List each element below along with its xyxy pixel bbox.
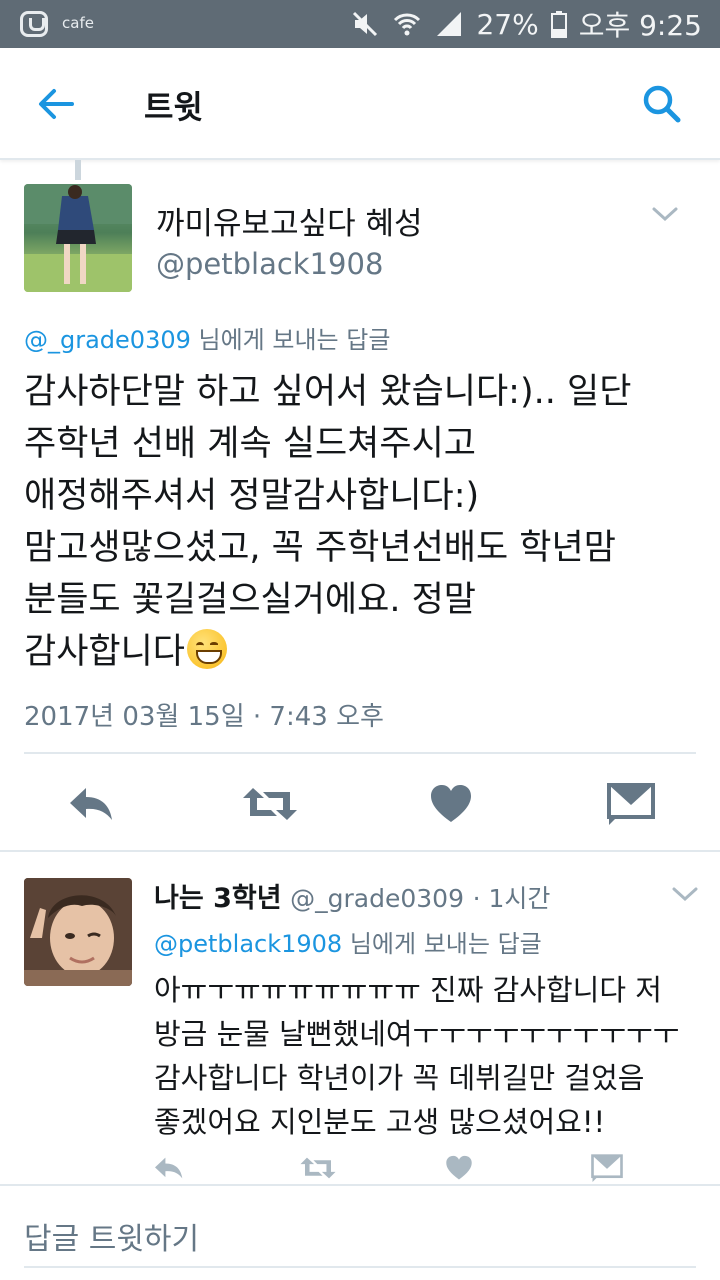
tweet-text-line: 감사하단말 하고 싶어서 왔습니다:).. 일단 <box>24 372 632 412</box>
reply-tweet-header: 나는 3학년 @_grade0309 · 1시간 <box>154 876 550 915</box>
back-button[interactable] <box>34 82 78 126</box>
like-button[interactable] <box>444 1154 474 1182</box>
reply-button[interactable] <box>152 1154 184 1182</box>
reply-compose-input[interactable]: 답글 트윗하기 <box>24 1214 199 1258</box>
battery-icon <box>550 9 567 39</box>
retweet-icon <box>300 1157 336 1179</box>
search-icon <box>643 85 681 123</box>
reply-button[interactable] <box>66 782 114 826</box>
divider <box>24 752 696 754</box>
reply-to-mention-link[interactable]: @_grade0309 <box>24 326 191 354</box>
tweet-text-last-line: 감사합니다 <box>24 626 704 678</box>
tweet-text-line: 감사합니다 <box>24 632 186 672</box>
status-time: 오후 9:25 <box>578 9 702 42</box>
reply-tweet-display-name[interactable]: 나는 3학년 <box>154 883 282 914</box>
envelope-icon <box>607 783 655 825</box>
tweet-text-line: 분들도 꽃길걸으실거에요. 정말 <box>24 580 476 620</box>
page-title: 트윗 <box>144 88 203 126</box>
main-tweet-reply-context: @_grade0309 님에게 보내는 답글 <box>24 320 390 355</box>
notification-app-name: cafe <box>62 14 94 32</box>
reply-icon <box>70 788 112 820</box>
retweet-icon <box>243 788 297 820</box>
mute-icon <box>350 9 380 39</box>
like-button[interactable] <box>428 782 474 826</box>
main-tweet-timestamp: 2017년 03월 15일 · 7:43 오후 <box>24 702 384 732</box>
retweet-button[interactable] <box>240 782 300 826</box>
wifi-icon <box>392 9 422 39</box>
reply-icon <box>155 1157 183 1179</box>
reply-tweet-time: · 1시간 <box>472 884 551 913</box>
arrow-left-icon <box>39 89 74 119</box>
battery-percent: 27% <box>476 7 539 41</box>
main-tweet-display-name[interactable]: 까미유보고싶다 혜성 <box>156 198 423 243</box>
main-tweet-handle[interactable]: @petblack1908 <box>156 247 383 281</box>
tweet-text-line: 주학년 선배 계속 실드쳐주시고 <box>24 424 476 464</box>
direct-message-button[interactable] <box>590 1152 624 1182</box>
main-tweet-text: 감사하단말 하고 싶어서 왔습니다:).. 일단 주학년 선배 계속 실드쳐주시… <box>24 366 704 678</box>
signal-icon <box>434 9 464 39</box>
grinning-face-emoji <box>187 629 228 669</box>
compose-underline <box>24 1266 696 1268</box>
retweet-button[interactable] <box>298 1154 338 1182</box>
app-notification-icon <box>20 11 48 37</box>
chevron-down-icon[interactable] <box>650 204 680 224</box>
reply-tweet-text: 아ㅠㅜㅠㅠㅠㅠㅠㅠㅠ 진짜 감사합니다 저 방금 눈물 날뻔했네여ㅜㅜㅜㅜㅜㅜㅜ… <box>154 968 704 1144</box>
reply-context-label: 님에게 보내는 답글 <box>190 326 391 354</box>
tweet-text-line: 아ㅠㅜㅠㅠㅠㅠㅠㅠㅠ 진짜 감사합니다 저 <box>154 973 662 1007</box>
chevron-down-icon[interactable] <box>670 884 700 904</box>
divider <box>0 850 720 852</box>
reply-tweet-avatar[interactable] <box>24 878 132 986</box>
reply-tweet-actions <box>0 1148 720 1188</box>
thread-connector-line <box>75 160 81 180</box>
divider <box>0 1184 720 1186</box>
status-bar: cafe 27% 오후 9:25 <box>0 0 720 48</box>
tweet-text-line: 맘고생많으셨고, 꼭 주학년선배도 학년맘 <box>24 528 616 568</box>
tweet-text-line: 방금 눈물 날뻔했네여ㅜㅜㅜㅜㅜㅜㅜㅜㅜㅜ <box>154 1017 680 1051</box>
envelope-icon <box>591 1153 623 1182</box>
heart-icon <box>446 1155 472 1180</box>
reply-to-mention-link[interactable]: @petblack1908 <box>154 930 342 958</box>
heart-icon <box>431 785 471 822</box>
direct-message-button[interactable] <box>606 780 656 826</box>
app-header: 트윗 <box>0 48 720 160</box>
main-tweet-actions <box>0 772 720 836</box>
reply-tweet-reply-context: @petblack1908 님에게 보내는 답글 <box>154 924 542 959</box>
reply-context-label: 님에게 보내는 답글 <box>342 930 542 958</box>
tweet-text-line: 좋겠어요 지인분도 고생 많으셨어요!! <box>154 1105 606 1139</box>
tweet-text-line: 감사합니다 학년이가 꼭 데뷔길만 걸었음 <box>154 1061 645 1095</box>
search-button[interactable] <box>640 82 684 126</box>
tweet-text-line: 애정해주셔서 정말감사합니다:) <box>24 476 480 516</box>
reply-tweet-handle[interactable]: @_grade0309 <box>290 884 464 913</box>
main-tweet-avatar[interactable] <box>24 184 132 292</box>
